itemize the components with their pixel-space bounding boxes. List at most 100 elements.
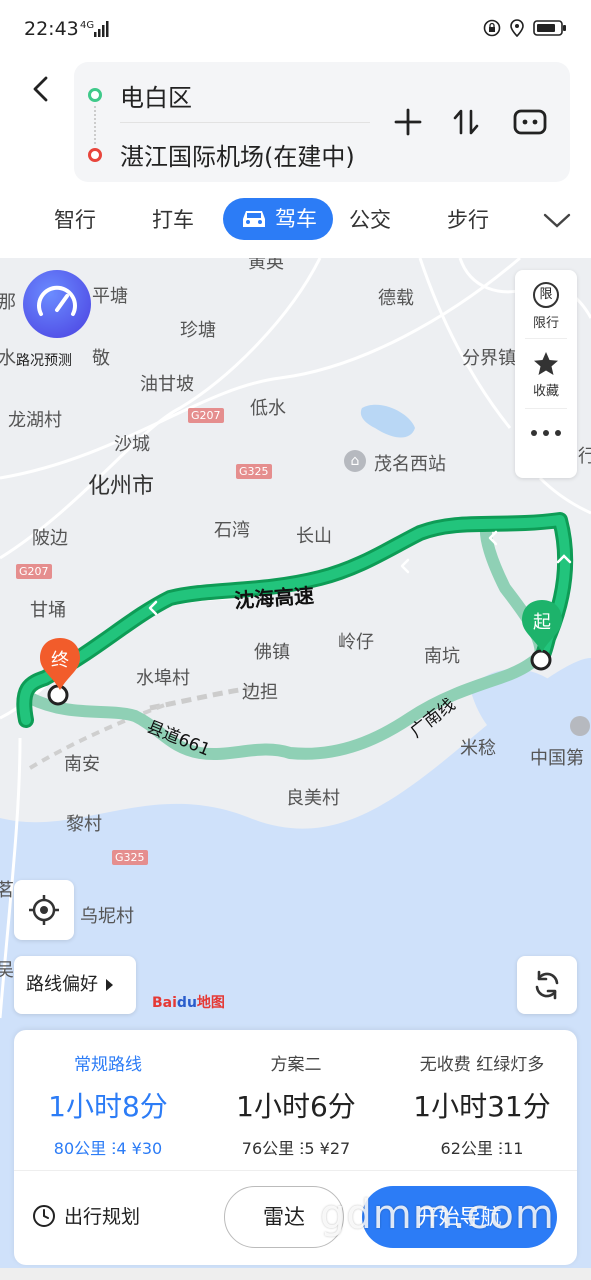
tab-drive[interactable]: 驾车 [223, 198, 333, 240]
place-label: 油甘坡 [140, 374, 194, 395]
place-label: 茗 [0, 880, 14, 901]
place-label: 敬 [92, 348, 110, 369]
place-label: 米稔 [460, 738, 496, 759]
car-settings-button[interactable] [512, 104, 548, 140]
plan-name: 常规路线 [74, 1055, 142, 1075]
refresh-route-button[interactable] [517, 956, 577, 1014]
route-preference-button[interactable]: 路线偏好 [14, 956, 136, 1014]
plan-lights: 11 [503, 1139, 524, 1158]
star-icon [534, 352, 558, 375]
route-input-box: 电白区 湛江国际机场(在建中) [74, 62, 570, 182]
place-label: 岭仔 [338, 632, 374, 653]
traffic-restriction-button[interactable]: 限 限行 [515, 282, 577, 331]
traffic-forecast-label: 路况预测 [16, 353, 72, 369]
highway-name-label: 沈海高速 [233, 583, 315, 613]
logo-text: Bai [152, 995, 177, 1011]
more-icon [531, 430, 561, 436]
end-marker-icon[interactable]: 终 [38, 636, 82, 706]
side-divider [525, 338, 567, 339]
location-icon [510, 19, 524, 37]
route-field-divider [120, 122, 370, 123]
plan-duration: 1小时31分 [413, 1090, 551, 1123]
baidu-map-logo: Baidu地图 [152, 992, 225, 1012]
map-side-panel: 限 限行 收藏 [515, 270, 577, 478]
restriction-icon: 限 [533, 282, 559, 308]
plan-distance: 62公里 [440, 1139, 493, 1158]
swap-icon [453, 109, 479, 135]
plan-cost: ¥30 [131, 1139, 163, 1158]
route-connector [94, 106, 96, 144]
plan-name: 方案二 [270, 1055, 322, 1075]
locate-button[interactable] [14, 880, 74, 940]
tab-taxi[interactable]: 打车 [152, 198, 194, 242]
add-waypoint-button[interactable] [390, 104, 426, 140]
city-label: 化州市 [88, 474, 155, 499]
swap-route-button[interactable] [448, 104, 484, 140]
plan-distance: 76公里 [241, 1139, 295, 1158]
place-label: 长山 [296, 526, 332, 547]
highway-badge: G207 [188, 408, 224, 423]
plan-meta: 76公里 ⵗ5 ¥27 [206, 1135, 386, 1159]
plan-option-regular[interactable]: 常规路线 1小时8分 80公里 ⵗ4 ¥30 [18, 1050, 198, 1159]
restriction-label: 限行 [532, 316, 559, 331]
plan-cost: ¥27 [319, 1139, 351, 1158]
tab-transit[interactable]: 公交 [349, 198, 391, 242]
highway-badge: G325 [236, 464, 272, 479]
place-label: 沙城 [114, 434, 150, 455]
place-label: 茂名西站 [374, 454, 446, 475]
place-label: 黎村 [66, 814, 102, 835]
back-icon[interactable] [28, 74, 54, 104]
crosshair-icon [29, 895, 59, 925]
favorite-label: 收藏 [532, 384, 559, 399]
favorite-button[interactable]: 收藏 [515, 350, 577, 399]
highway-badge: G207 [16, 564, 52, 579]
route-header: 电白区 湛江国际机场(在建中) 智行 打车 驾车 公交 步行 [0, 58, 591, 258]
robot-face-icon [513, 109, 547, 135]
place-label: 黄英 [248, 258, 284, 273]
plan-duration: 1小时8分 [48, 1090, 168, 1123]
place-label: 吴 [0, 960, 14, 981]
status-time: 22:43 [24, 18, 79, 40]
plan-option-toll-free[interactable]: 无收费 红绿灯多 1小时31分 62公里 ⵗ11 [392, 1050, 572, 1159]
place-label: 石湾 [214, 520, 250, 541]
plan-option-two[interactable]: 方案二 1小时6分 76公里 ⵗ5 ¥27 [206, 1050, 386, 1159]
card-divider [14, 1170, 577, 1171]
end-location-field[interactable]: 湛江国际机场(在建中) [120, 137, 355, 172]
place-label: 中国第 [530, 748, 584, 769]
end-marker-label: 终 [51, 650, 69, 671]
logo-paw: du [176, 995, 197, 1011]
place-label: 分界镇 [462, 348, 516, 369]
place-label: 行 [578, 446, 591, 467]
train-station-icon: ⌂ [344, 450, 366, 472]
plan-meta: 62公里 ⵗ11 [392, 1135, 572, 1159]
start-location-field[interactable]: 电白区 [120, 78, 192, 113]
place-label: 那 [0, 292, 16, 313]
car-icon [243, 211, 265, 227]
plan-duration: 1小时6分 [236, 1090, 356, 1123]
more-button[interactable] [515, 428, 577, 438]
tab-smart[interactable]: 智行 [54, 198, 96, 242]
signal-icon [94, 21, 109, 37]
start-marker-icon[interactable]: 起 [520, 598, 564, 668]
trip-plan-button[interactable]: 出行规划 [32, 1202, 140, 1229]
place-label: 边担 [242, 682, 278, 703]
travel-mode-tabs: 智行 打车 驾车 公交 步行 [0, 198, 591, 242]
tab-walk[interactable]: 步行 [447, 198, 489, 242]
side-divider [525, 408, 567, 409]
plan-meta: 80公里 ⵗ4 ¥30 [18, 1135, 198, 1159]
place-label: 水 [0, 348, 16, 369]
logo-map: 地图 [196, 995, 225, 1011]
tab-drive-label: 驾车 [275, 207, 317, 231]
plan-distance: 80公里 [53, 1139, 107, 1158]
plan-name: 无收费 红绿灯多 [419, 1055, 545, 1075]
chevron-down-icon[interactable] [542, 208, 572, 232]
place-label: 珍塘 [180, 320, 216, 341]
place-label: 平塘 [92, 286, 128, 307]
clock-icon [33, 1204, 55, 1227]
trip-plan-label: 出行规划 [64, 1206, 141, 1228]
plus-icon [394, 108, 422, 136]
place-label: 良美村 [286, 788, 340, 809]
traffic-forecast-button[interactable]: 路况预测 [16, 270, 94, 369]
lock-rotation-icon [483, 19, 501, 37]
place-label: 龙湖村 [8, 410, 62, 431]
